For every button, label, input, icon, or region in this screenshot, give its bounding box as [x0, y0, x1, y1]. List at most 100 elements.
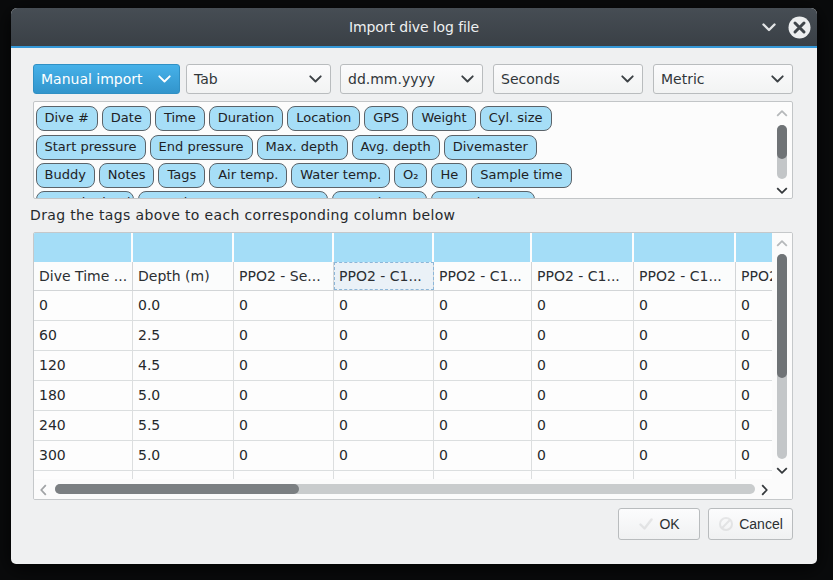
- titlebar-accent-line: [11, 46, 817, 49]
- table-row-cell: 0: [334, 411, 434, 440]
- table-row-cell: 0: [532, 351, 634, 380]
- table-row-cell: 0: [434, 321, 532, 350]
- date-format-combobox[interactable]: dd.mm.yyyy: [340, 64, 483, 94]
- cancel-button[interactable]: Cancel: [708, 508, 793, 540]
- tag-pill[interactable]: Tags: [158, 163, 205, 188]
- table-header-row-cell: PPO2 - C1...: [532, 262, 634, 290]
- tag-pill[interactable]: Start pressure: [36, 135, 146, 160]
- drop-target-row-cell[interactable]: [736, 233, 774, 262]
- tag-pill[interactable]: Sample depth: [36, 191, 134, 199]
- scrollbar-thumb[interactable]: [55, 484, 299, 494]
- titlebar[interactable]: Import dive log file: [11, 8, 817, 46]
- drop-target-row-cell[interactable]: [532, 233, 634, 262]
- scroll-down-icon[interactable]: [776, 187, 788, 194]
- tag-pill[interactable]: Buddy: [36, 163, 95, 188]
- table-vertical-scrollbar[interactable]: [772, 233, 792, 479]
- table-row-cell: 0: [736, 351, 774, 380]
- tag-pill[interactable]: Time: [155, 106, 205, 131]
- duration-format-combobox[interactable]: Seconds: [493, 64, 643, 94]
- drop-target-row: [34, 233, 774, 262]
- table-row: 3005.0000000: [34, 441, 774, 471]
- chevron-down-icon: [309, 75, 322, 83]
- tag-list-scrollbar[interactable]: [773, 103, 791, 198]
- drop-target-row-cell[interactable]: [133, 233, 234, 262]
- table-row-cell: 0: [532, 441, 634, 470]
- tag-pill[interactable]: Water temp.: [291, 163, 390, 188]
- table-row-cell: 5.0: [133, 441, 234, 470]
- tag-pill[interactable]: Sample CNS: [431, 191, 535, 199]
- table-row: 602.5000000: [34, 321, 774, 351]
- table-row-cell: 0: [634, 321, 736, 350]
- drop-target-row-cell[interactable]: [434, 233, 532, 262]
- tag-row: Dive #DateTimeDurationLocationGPSWeightC…: [36, 106, 552, 131]
- tag-pill[interactable]: Cyl. size: [480, 106, 552, 131]
- shade-button[interactable]: [752, 8, 785, 46]
- drop-target-row-cell[interactable]: [634, 233, 736, 262]
- table-row-cell: 0: [234, 381, 334, 410]
- scroll-up-icon[interactable]: [776, 240, 788, 247]
- tag-pill[interactable]: Sample pO₂: [332, 191, 427, 199]
- scrollbar-thumb[interactable]: [777, 125, 787, 159]
- drop-target-row-cell[interactable]: [334, 233, 434, 262]
- units-combobox[interactable]: Metric: [653, 64, 793, 94]
- table-row-cell: 0.0: [133, 291, 234, 320]
- tag-pill[interactable]: End pressure: [150, 135, 253, 160]
- scrollbar-thumb[interactable]: [777, 254, 787, 378]
- close-button[interactable]: [782, 8, 816, 46]
- table-row-cell: 0: [634, 411, 736, 440]
- tag-pill[interactable]: Dive #: [36, 106, 98, 131]
- field-separator-combobox[interactable]: Tab: [186, 64, 331, 94]
- tag-pill[interactable]: Duration: [209, 106, 283, 131]
- tag-pill[interactable]: Max. depth: [257, 135, 348, 160]
- table-grid: Dive Time ...Depth (m)PPO2 - Se...PPO2 -…: [34, 233, 774, 479]
- table-row: 1805.0000000: [34, 381, 774, 411]
- tag-row: BuddyNotesTagsAir temp.Water temp.O₂HeSa…: [36, 163, 572, 188]
- table-row-cell: 120: [34, 351, 133, 380]
- close-icon: [788, 16, 811, 39]
- ok-button[interactable]: OK: [618, 508, 700, 540]
- scroll-down-icon[interactable]: [776, 467, 788, 474]
- tag-pill[interactable]: Notes: [99, 163, 155, 188]
- table-header-row-cell: PPO2 - C1...: [634, 262, 736, 290]
- drop-target-row-cell[interactable]: [234, 233, 334, 262]
- tag-pill[interactable]: Location: [287, 106, 360, 131]
- units-value: Metric: [661, 71, 705, 87]
- tag-pill[interactable]: GPS: [364, 106, 408, 131]
- table-partial-row: [34, 471, 774, 479]
- drop-target-row-cell[interactable]: [34, 233, 133, 262]
- table-row-cell: 0: [334, 351, 434, 380]
- ok-check-icon: [638, 516, 654, 532]
- table-partial-row-cell: [434, 471, 532, 479]
- table-row: 2405.5000000: [34, 411, 774, 441]
- table-row-cell: 0: [532, 321, 634, 350]
- duration-format-value: Seconds: [501, 71, 560, 87]
- table-row-cell: 0: [736, 411, 774, 440]
- tag-pill[interactable]: Divemaster: [444, 135, 537, 160]
- tag-row: Start pressureEnd pressureMax. depthAvg.…: [36, 135, 537, 160]
- table-row-cell: 0: [532, 291, 634, 320]
- tag-pill[interactable]: Weight: [412, 106, 475, 131]
- tag-row: Sample depth Sample temperature Sample pO₂…: [36, 191, 535, 199]
- scroll-left-icon[interactable]: [40, 484, 47, 496]
- tag-pill[interactable]: He: [431, 163, 467, 188]
- tag-pill[interactable]: Date: [102, 106, 151, 131]
- table-row-cell: 0: [434, 441, 532, 470]
- table-partial-row-cell: [634, 471, 736, 479]
- tag-pill[interactable]: Air temp.: [209, 163, 287, 188]
- scroll-up-icon[interactable]: [776, 110, 788, 117]
- table-header-row-cell: PPO2 - C1...: [434, 262, 532, 290]
- tag-pill[interactable]: Avg. depth: [352, 135, 440, 160]
- table-horizontal-scrollbar[interactable]: [34, 479, 792, 499]
- tag-pill[interactable]: Sample temperature: [138, 191, 328, 199]
- table-row-cell: 0: [434, 291, 532, 320]
- import-mode-combobox[interactable]: Manual import: [33, 64, 180, 94]
- table-row-cell: 0: [334, 441, 434, 470]
- table-row-cell: 0: [736, 291, 774, 320]
- scroll-right-icon[interactable]: [761, 484, 768, 496]
- tag-pill[interactable]: O₂: [394, 163, 427, 188]
- table-row-cell: 0: [34, 291, 133, 320]
- table-row-cell: 2.5: [133, 321, 234, 350]
- tag-pill[interactable]: Sample time: [471, 163, 571, 188]
- table-row-cell: 0: [736, 441, 774, 470]
- table-row-cell: 0: [634, 381, 736, 410]
